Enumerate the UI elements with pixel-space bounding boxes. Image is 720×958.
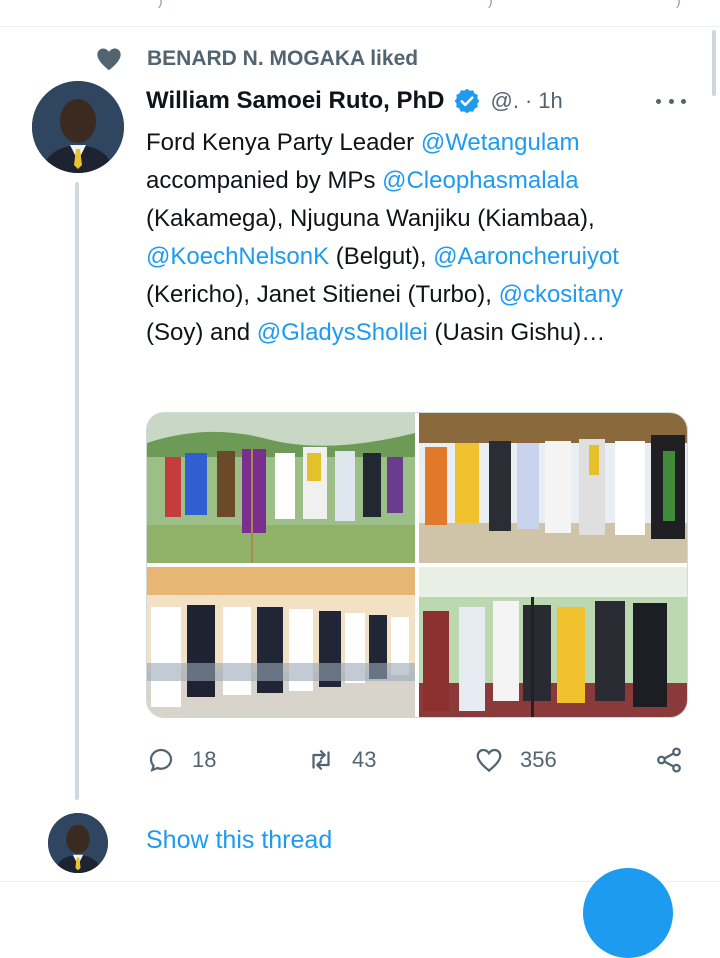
retweet-icon [312, 750, 330, 770]
like-count: 356 [520, 747, 557, 772]
reply-icon [149, 748, 173, 772]
verified-badge-icon [453, 87, 481, 115]
author-name[interactable]: William Samoei Ruto, PhD [146, 87, 445, 115]
scrollbar[interactable] [712, 30, 716, 96]
tweet-text-segment: (Soy) and [146, 319, 257, 346]
tweet-header: William Samoei Ruto, PhD @. · 1h [146, 84, 694, 118]
tweet-text-segment: (Uasin Gishu)… [427, 319, 606, 346]
retweet-count: 43 [352, 747, 377, 772]
thread-avatar[interactable] [48, 813, 108, 873]
compose-tweet-button[interactable] [583, 868, 673, 958]
author-handle[interactable]: @. [491, 88, 519, 114]
like-button[interactable]: 356 [474, 740, 557, 780]
more-options-icon[interactable] [656, 92, 686, 110]
retweet-button[interactable]: 43 [306, 740, 376, 780]
tweet-actions: 18 43 356 [146, 740, 691, 780]
heart-filled-icon [95, 45, 123, 73]
media-photo-1[interactable] [147, 413, 415, 563]
share-icon [657, 747, 681, 773]
mention-link[interactable]: @GladysShollei [257, 319, 428, 346]
show-thread-link[interactable]: Show this thread [146, 826, 332, 855]
mention-link[interactable]: @Wetangulam [421, 129, 580, 156]
tweet-media-grid[interactable] [146, 412, 688, 718]
mention-link[interactable]: @Aaroncheruiyot [433, 243, 619, 270]
previous-tweet-edge: ) ) ) [0, 0, 720, 27]
mention-link[interactable]: @KoechNelsonK [146, 243, 329, 270]
author-avatar[interactable] [32, 81, 124, 173]
mention-link[interactable]: @ckositany [499, 281, 623, 308]
media-photo-2[interactable] [419, 413, 687, 563]
mention-link[interactable]: @Cleophasmalala [382, 167, 578, 194]
media-photo-3[interactable] [147, 567, 415, 717]
tweet-text-segment: (Kakamega), Njuguna Wanjiku (Kiambaa), [146, 205, 595, 232]
thread-connector-line [75, 182, 79, 800]
tweet-text-segment: (Belgut), [329, 243, 434, 270]
separator-dot: · [524, 88, 533, 113]
heart-outline-icon [476, 748, 502, 773]
tweet-text: Ford Kenya Party Leader @Wetangulam acco… [146, 124, 686, 352]
social-context: BENARD N. MOGAKA liked [95, 44, 418, 74]
tweet-text-segment: accompanied by MPs [146, 167, 383, 194]
tweet-text-segment: Ford Kenya Party Leader [146, 129, 421, 156]
share-button[interactable] [654, 740, 684, 780]
tweet-text-segment: (Kericho), Janet Sitienei (Turbo), [146, 281, 499, 308]
social-context-text[interactable]: BENARD N. MOGAKA liked [147, 47, 418, 71]
reply-button[interactable]: 18 [146, 740, 216, 780]
tweet-timestamp[interactable]: 1h [538, 88, 562, 114]
reply-count: 18 [192, 747, 217, 772]
media-photo-4[interactable] [419, 567, 687, 717]
